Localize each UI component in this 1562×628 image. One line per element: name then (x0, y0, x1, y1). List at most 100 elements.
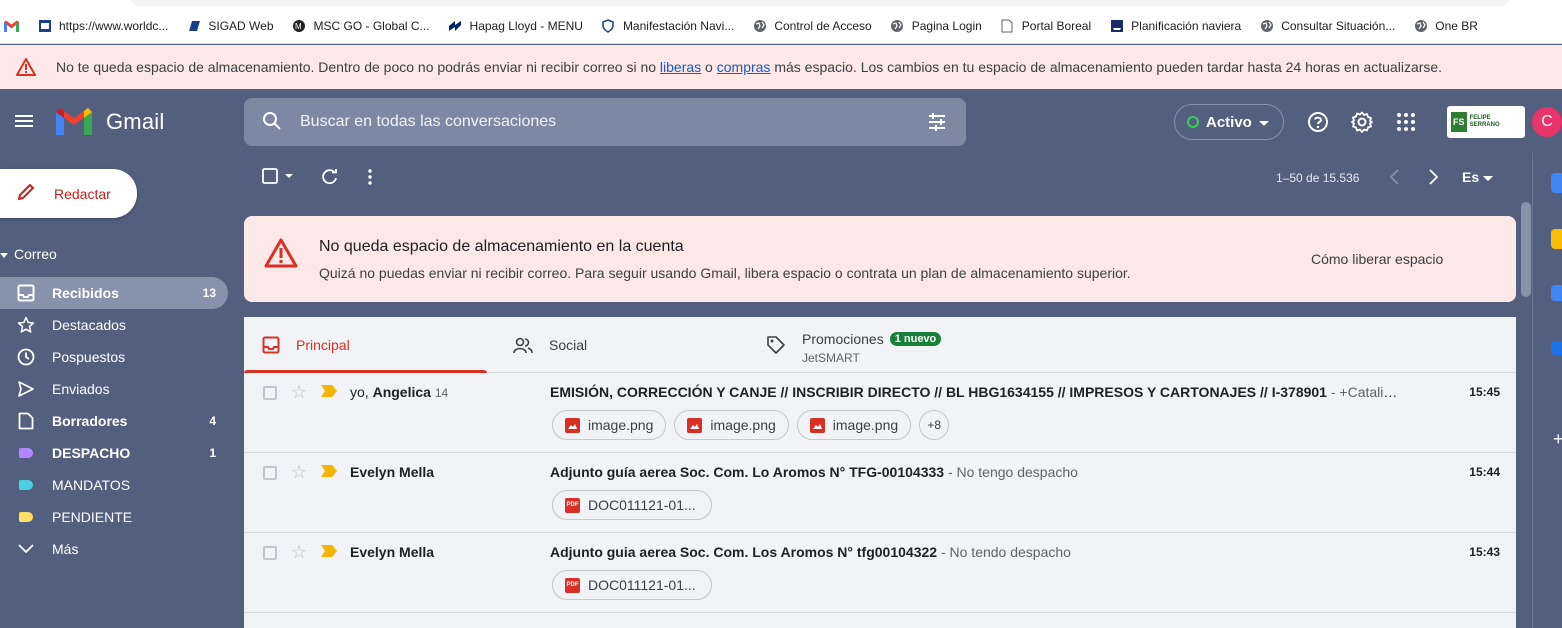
tasks-icon[interactable] (1551, 285, 1562, 301)
important-marker-icon[interactable] (321, 465, 337, 480)
sidebar-item-mas[interactable]: Más (0, 533, 240, 565)
bookmark-worldc[interactable]: https://www.worldc... (37, 18, 168, 33)
caret-down-icon (1483, 176, 1494, 181)
inbox-icon (262, 336, 280, 354)
row-checkbox[interactable] (263, 466, 277, 480)
side-panel: + (1532, 153, 1562, 628)
warning-icon (16, 58, 36, 76)
bookmark-label: Manifestación Navi... (622, 18, 735, 33)
inbox-panel: Principal Social Promociones 1 nuevo JetS… (244, 317, 1516, 628)
account-avatar[interactable]: C (1532, 107, 1562, 137)
bookmark-planificacion[interactable]: Planificación naviera (1109, 18, 1241, 33)
attachment-chip[interactable]: image.png (796, 410, 912, 440)
attachment-chip[interactable]: image.png (674, 410, 789, 440)
bookmark-portal-boreal[interactable]: Portal Boreal (1000, 18, 1091, 33)
free-space-link[interactable]: liberas (660, 59, 701, 75)
attachment-chip[interactable]: PDF DOC011121-01... (552, 570, 712, 600)
sidebar-item-label: Más (52, 541, 79, 557)
attachment-chip[interactable]: image.png (552, 410, 667, 440)
bookmark-label: SIGAD Web (208, 18, 274, 33)
organization-logo[interactable]: FS FELIPE SERRANO (1447, 106, 1525, 138)
star-icon[interactable]: ☆ (291, 382, 307, 403)
important-marker-icon[interactable] (321, 385, 337, 400)
bookmark-sigad[interactable]: SIGAD Web (186, 18, 274, 33)
refresh-icon[interactable] (321, 168, 339, 186)
search-icon[interactable] (262, 111, 282, 134)
address-bar[interactable] (130, 0, 1510, 6)
compose-button[interactable]: Redactar (0, 169, 137, 218)
bookmark-label: Control de Acceso (774, 18, 872, 33)
row-checkbox[interactable] (263, 386, 277, 400)
chevron-right-icon[interactable] (1428, 168, 1440, 191)
tab-social[interactable]: Social (513, 317, 756, 373)
mail-section-toggle[interactable]: Correo (0, 246, 57, 262)
globe-icon (890, 18, 905, 33)
banner-text: No te queda espacio de almacenamiento. D… (56, 59, 1443, 75)
input-tools-dropdown[interactable]: Es (1462, 169, 1494, 185)
sidebar-item-enviados[interactable]: Enviados (0, 373, 240, 405)
sidebar-item-destacados[interactable]: Destacados (0, 309, 240, 341)
sidebar-item-pospuestos[interactable]: Pospuestos (0, 341, 240, 373)
caret-down-icon (1258, 114, 1269, 131)
search-bar[interactable] (244, 98, 966, 146)
msc-icon: M (292, 18, 307, 33)
main-menu-button[interactable] (12, 109, 36, 133)
sidebar-item-pendiente[interactable]: PENDIENTE (0, 501, 240, 533)
star-icon[interactable]: ☆ (291, 462, 307, 483)
tab-promociones[interactable]: Promociones 1 nuevo JetSMART (766, 317, 1066, 373)
sidebar-item-label: Recibidos (52, 285, 119, 301)
calendar-icon[interactable] (1551, 173, 1562, 193)
attachment-chips: PDF DOC011121-01... (552, 490, 712, 520)
free-space-button[interactable]: Cómo liberar espacio (1311, 251, 1443, 267)
tab-label: Principal (296, 337, 350, 353)
bookmark-one-br[interactable]: One BR (1413, 18, 1478, 33)
tab-principal[interactable]: Principal (244, 317, 487, 373)
status-dropdown[interactable]: Activo (1174, 104, 1284, 140)
inbox-scrollbar[interactable] (1519, 200, 1531, 628)
tab-sender-preview: JetSMART (802, 351, 860, 365)
bookmark-msc[interactable]: M MSC GO - Global C... (292, 18, 430, 33)
bookmark-hapag[interactable]: Hapag Lloyd - MENU (448, 18, 583, 33)
email-time: 15:44 (1469, 465, 1500, 479)
email-subject: Adjunto guia aerea Soc. Com. Los Aromos … (550, 544, 1071, 560)
chevron-left-icon[interactable] (1388, 168, 1400, 191)
quota-title: No queda espacio de almacenamiento en la… (319, 238, 684, 255)
sidebar-item-recibidos[interactable]: Recibidos 13 (0, 277, 228, 309)
tag-icon (766, 335, 786, 355)
globe-icon (1259, 18, 1274, 33)
contacts-icon[interactable] (1551, 341, 1562, 355)
keep-icon[interactable] (1551, 229, 1562, 249)
tab-label: Promociones (802, 331, 884, 347)
sidebar-item-mandatos[interactable]: MANDATOS (0, 469, 240, 501)
buy-space-link[interactable]: compras (717, 59, 771, 75)
email-row[interactable]: ☆ Evelyn Mella Adjunto guía aerea Soc. C… (244, 453, 1516, 533)
org-logo-text: FELIPE SERRANO (1469, 115, 1500, 128)
sidebar-item-borradores[interactable]: Borradores 4 (0, 405, 240, 437)
email-row-partial[interactable] (244, 613, 1516, 628)
bookmark-control-acceso[interactable]: Control de Acceso (752, 18, 872, 33)
select-all-checkbox[interactable] (262, 168, 296, 184)
caret-down-icon (0, 246, 8, 262)
bookmark-consultar[interactable]: Consultar Situación... (1259, 18, 1395, 33)
attachment-chip[interactable]: PDF DOC011121-01... (552, 490, 712, 520)
gear-icon[interactable] (1350, 110, 1374, 134)
search-input[interactable] (300, 113, 900, 131)
add-addon-icon[interactable]: + (1553, 429, 1562, 450)
apps-grid-icon[interactable] (1394, 110, 1418, 134)
star-icon[interactable]: ☆ (291, 542, 307, 563)
email-row[interactable]: ☆ Evelyn Mella Adjunto guia aerea Soc. C… (244, 533, 1516, 613)
search-options-icon[interactable] (926, 111, 948, 136)
sidebar-item-despacho[interactable]: DESPACHO 1 (0, 437, 240, 469)
more-options-icon[interactable] (362, 168, 378, 186)
scroll-thumb[interactable] (1521, 202, 1531, 297)
email-row[interactable]: ☆ yo, Angelica 14 EMISIÓN, CORRECCIÓN Y … (244, 373, 1516, 453)
important-marker-icon[interactable] (321, 545, 337, 560)
bookmark-gmail[interactable] (4, 18, 19, 33)
more-attachments-chip[interactable]: +8 (919, 410, 950, 440)
bookmark-pagina-login[interactable]: Pagina Login (890, 18, 982, 33)
help-icon[interactable] (1306, 110, 1330, 134)
quota-subtitle: Quizá no puedas enviar ni recibir correo… (319, 265, 1131, 281)
bookmark-manifestacion[interactable]: Manifestación Navi... (601, 18, 734, 33)
row-checkbox[interactable] (263, 546, 277, 560)
gmail-logo[interactable]: Gmail (56, 108, 164, 135)
